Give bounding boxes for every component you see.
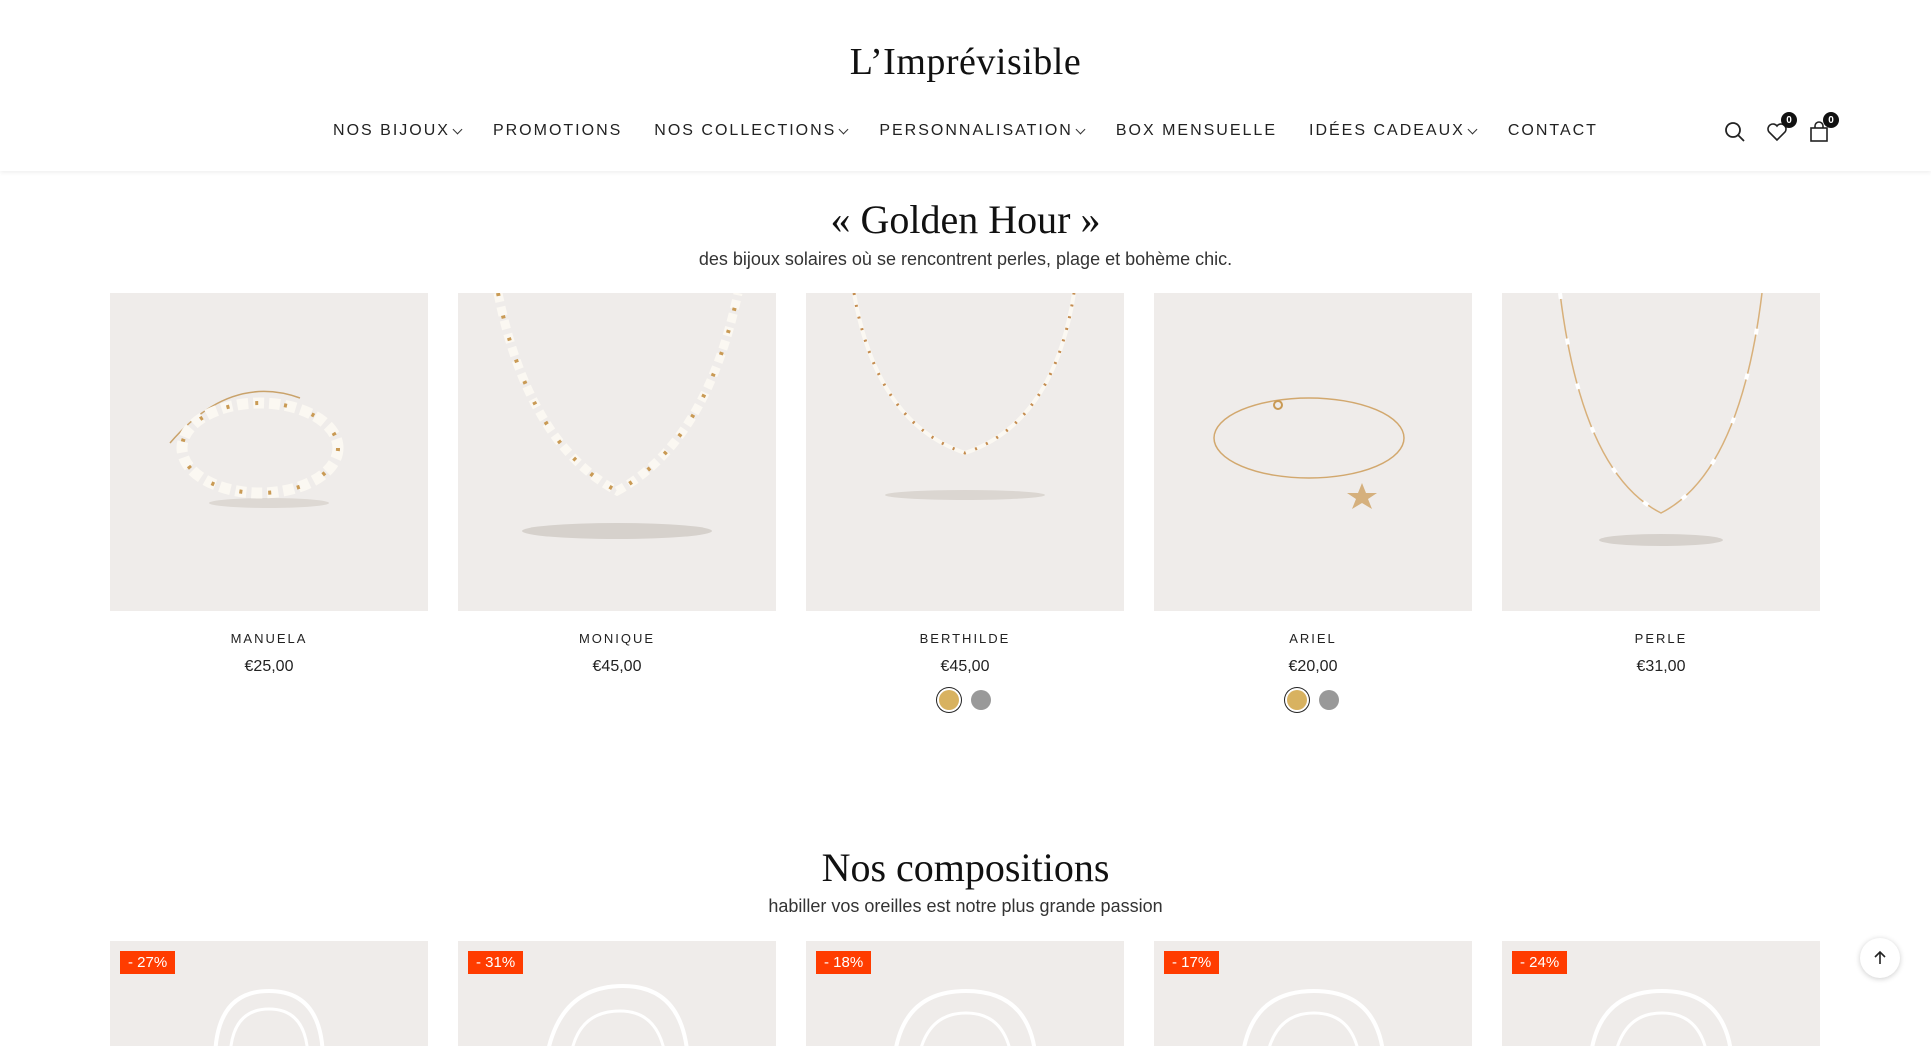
product-price: €25,00 <box>244 658 294 675</box>
product-price: €45,00 <box>940 658 990 675</box>
nav-promotions[interactable]: PROMOTIONS <box>493 122 622 140</box>
discount-badge: - 18% <box>816 951 872 974</box>
cart-count-badge: 0 <box>1823 112 1839 128</box>
nav-label: NOS BIJOUX <box>333 122 450 139</box>
product-card: - 17% <box>1154 941 1472 1046</box>
site-logo[interactable]: L’Imprévisible <box>0 40 1931 84</box>
product-card: - 24% <box>1502 941 1820 1046</box>
nav-label: PROMOTIONS <box>492 122 623 139</box>
discount-badge: - 27% <box>120 951 176 974</box>
product-card: - 27% <box>110 941 428 1046</box>
nav-nos-collections[interactable]: NOS COLLECTIONS <box>654 122 849 140</box>
chevron-down-icon <box>1467 124 1478 134</box>
color-swatches <box>1154 690 1472 710</box>
nav-box-mensuelle[interactable]: BOX MENSUELLE <box>1116 122 1277 140</box>
nav-label: PERSONNALISATION <box>879 122 1073 139</box>
swatch-gold[interactable] <box>939 690 959 710</box>
discount-badge: - 24% <box>1512 951 1568 974</box>
product-image[interactable]: - 24% <box>1502 941 1820 1046</box>
product-card: - 18% <box>806 941 1124 1046</box>
product-card: MANUELA €25,00 <box>110 293 428 710</box>
product-name[interactable]: MONIQUE <box>458 631 776 646</box>
color-swatches <box>806 690 1124 710</box>
product-image-manuela[interactable] <box>110 293 428 611</box>
main-nav: NOS BIJOUX PROMOTIONS NOS COLLECTIONS PE… <box>0 122 1931 140</box>
wishlist-count-badge: 0 <box>1781 112 1797 128</box>
product-image[interactable]: - 17% <box>1154 941 1472 1046</box>
product-image-perle[interactable] <box>1502 293 1820 611</box>
chevron-down-icon <box>1075 124 1086 134</box>
golden-hour-subtitle: des bijoux solaires où se rencontrent pe… <box>698 249 1233 269</box>
product-price: €20,00 <box>1288 658 1338 675</box>
site-header: L’Imprévisible NOS BIJOUX PROMOTIONS NOS… <box>0 0 1931 171</box>
golden-hour-product-grid: MANUELA €25,00 MONIQUE €45,00 BERTHILDE … <box>110 293 1820 710</box>
product-name[interactable]: ARIEL <box>1154 631 1472 646</box>
product-card: BERTHILDE €45,00 <box>806 293 1124 710</box>
product-image[interactable]: - 18% <box>806 941 1124 1046</box>
discount-badge: - 31% <box>468 951 524 974</box>
chevron-down-icon <box>838 124 849 134</box>
back-to-top-button[interactable] <box>1860 938 1900 978</box>
product-name[interactable]: PERLE <box>1502 631 1820 646</box>
search-icon[interactable] <box>1723 120 1747 144</box>
compositions-product-grid: - 27% - 31% - 18% - 17% - 24% <box>110 941 1820 1046</box>
nav-contact[interactable]: CONTACT <box>1508 122 1598 140</box>
nav-nos-bijoux[interactable]: NOS BIJOUX <box>333 122 463 140</box>
discount-badge: - 17% <box>1164 951 1220 974</box>
product-image-berthilde[interactable] <box>806 293 1124 611</box>
nav-label: IDÉES CADEAUX <box>1309 122 1465 139</box>
swatch-silver[interactable] <box>971 690 991 710</box>
nav-label: CONTACT <box>1507 122 1598 139</box>
product-image-monique[interactable] <box>458 293 776 611</box>
product-card: MONIQUE €45,00 <box>458 293 776 710</box>
nav-idees-cadeaux[interactable]: IDÉES CADEAUX <box>1309 122 1478 140</box>
swatch-silver[interactable] <box>1319 690 1339 710</box>
product-price: €45,00 <box>592 658 642 675</box>
product-name[interactable]: BERTHILDE <box>806 631 1124 646</box>
product-image-ariel[interactable] <box>1154 293 1472 611</box>
nav-label: BOX MENSUELLE <box>1115 122 1277 139</box>
nav-personnalisation[interactable]: PERSONNALISATION <box>879 122 1086 140</box>
arrow-up-icon <box>1874 950 1886 964</box>
header-icons: 0 0 <box>1723 112 1839 144</box>
chevron-down-icon <box>452 124 463 134</box>
cart-bag-icon[interactable]: 0 <box>1807 112 1839 144</box>
product-name[interactable]: MANUELA <box>110 631 428 646</box>
product-card: PERLE €31,00 <box>1502 293 1820 710</box>
product-card: ARIEL €20,00 <box>1154 293 1472 710</box>
product-card: - 31% <box>458 941 776 1046</box>
compositions-title: Nos compositions <box>821 845 1110 890</box>
golden-hour-title: « Golden Hour » <box>830 197 1101 242</box>
compositions-subtitle: habiller vos oreilles est notre plus gra… <box>768 896 1163 916</box>
product-price: €31,00 <box>1636 658 1686 675</box>
product-image[interactable]: - 27% <box>110 941 428 1046</box>
swatch-gold[interactable] <box>1287 690 1307 710</box>
wishlist-heart-icon[interactable]: 0 <box>1765 112 1797 144</box>
nav-label: NOS COLLECTIONS <box>654 122 837 139</box>
product-image[interactable]: - 31% <box>458 941 776 1046</box>
